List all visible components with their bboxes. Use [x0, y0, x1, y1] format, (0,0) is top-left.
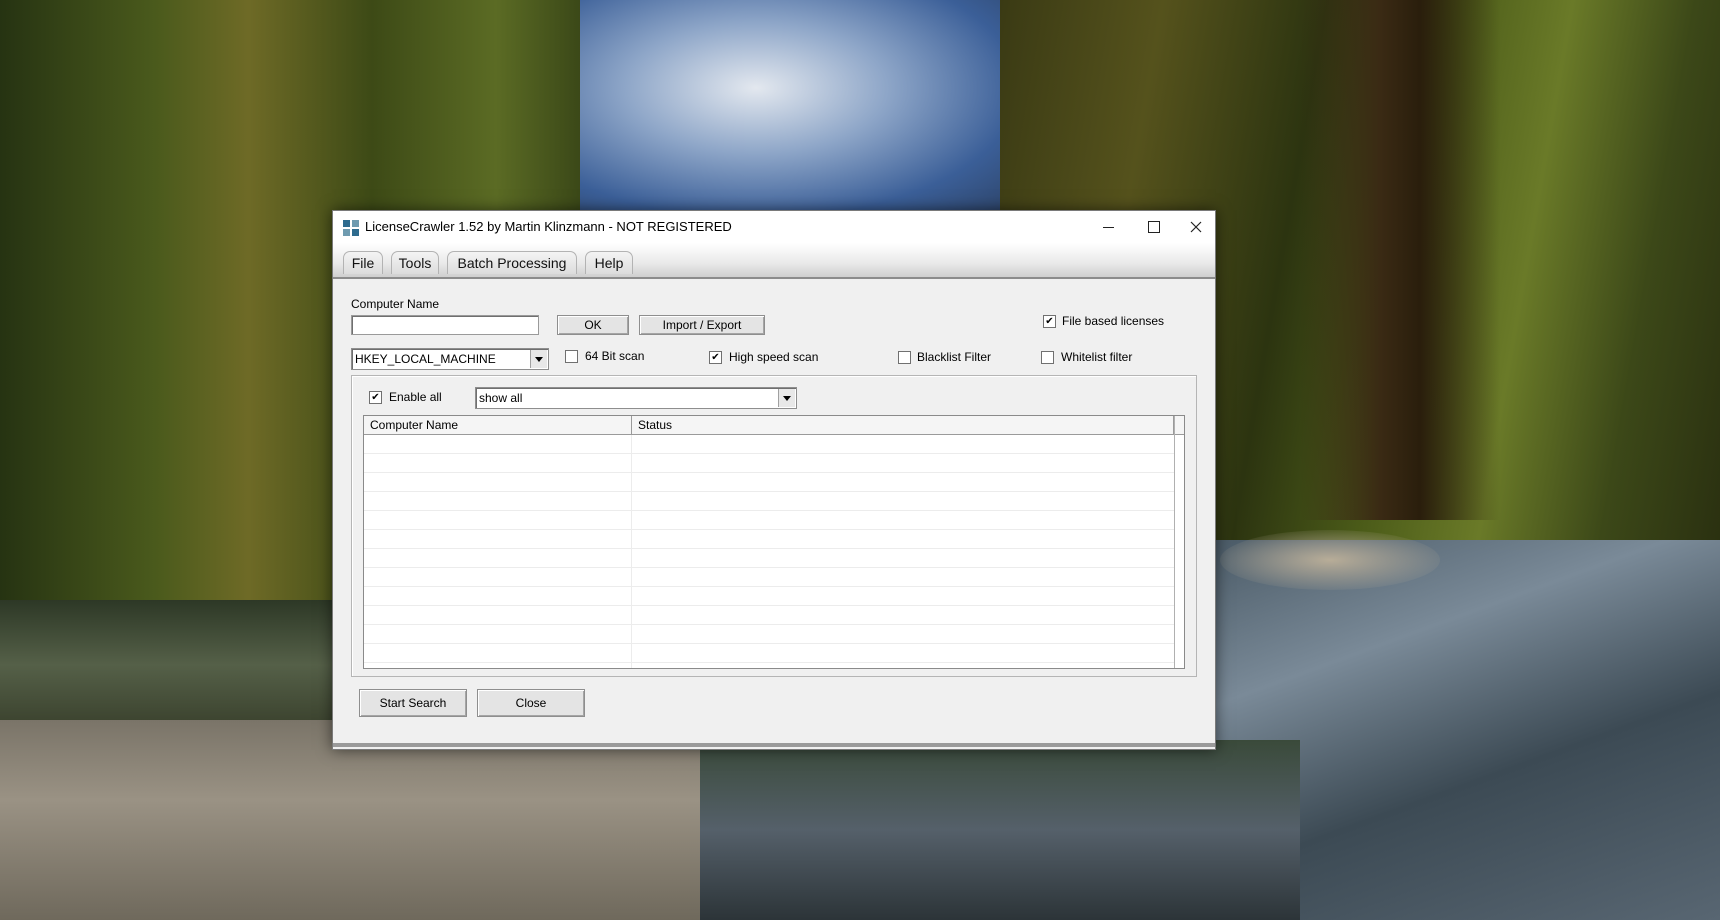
- display-filter-select[interactable]: show all: [475, 387, 797, 409]
- start-search-button[interactable]: Start Search: [359, 689, 467, 717]
- list-rows[interactable]: [364, 435, 1174, 668]
- 64-bit-scan-label: 64 Bit scan: [585, 349, 645, 363]
- minimize-icon: [1102, 226, 1114, 228]
- list-header: Computer Name Status: [364, 416, 1184, 435]
- registry-hive-value: HKEY_LOCAL_MACHINE: [355, 352, 496, 366]
- enable-all-label: Enable all: [389, 390, 442, 404]
- maximize-icon: [1148, 221, 1160, 233]
- wallpaper-sky: [580, 0, 1020, 220]
- registry-hive-select[interactable]: HKEY_LOCAL_MACHINE: [351, 348, 549, 370]
- wallpaper-gravel-bank: [0, 720, 820, 920]
- window-bottom-edge: [333, 743, 1215, 747]
- computer-name-label: Computer Name: [351, 297, 440, 311]
- column-header-computer-name[interactable]: Computer Name: [364, 416, 632, 434]
- close-button[interactable]: Close: [477, 689, 585, 717]
- blacklist-filter-label: Blacklist Filter: [917, 350, 992, 364]
- menu-help[interactable]: Help: [585, 251, 633, 274]
- close-window-button[interactable]: [1177, 211, 1215, 243]
- ok-button[interactable]: OK: [557, 315, 629, 335]
- file-based-licenses-checkbox[interactable]: ✔: [1043, 315, 1056, 328]
- menu-tools[interactable]: Tools: [391, 251, 439, 274]
- checkmark-icon: ✔: [1045, 316, 1054, 327]
- enable-all-checkbox[interactable]: ✔: [369, 391, 382, 404]
- menu-batch-processing[interactable]: Batch Processing: [447, 251, 577, 274]
- menu-bar: File Tools Batch Processing Help: [333, 243, 1215, 279]
- minimize-button[interactable]: [1085, 211, 1131, 243]
- wallpaper-river: [700, 740, 1300, 920]
- wallpaper-shore: [1220, 530, 1440, 590]
- checkmark-icon: ✔: [711, 352, 720, 363]
- high-speed-scan-checkbox[interactable]: ✔: [709, 351, 722, 364]
- list-scroll-edge: [1174, 416, 1175, 668]
- wallpaper-water-left: [0, 600, 340, 730]
- whitelist-filter-label: Whitelist filter: [1061, 350, 1133, 364]
- high-speed-scan-label: High speed scan: [729, 350, 819, 364]
- checkmark-icon: ✔: [371, 392, 380, 403]
- wallpaper-tree-trunks: [1300, 0, 1500, 520]
- maximize-button[interactable]: [1131, 211, 1177, 243]
- window-title: LicenseCrawler 1.52 by Martin Klinzmann …: [365, 219, 732, 234]
- close-icon: [1190, 221, 1202, 233]
- 64-bit-scan-checkbox[interactable]: [565, 350, 578, 363]
- chevron-down-icon[interactable]: [778, 389, 795, 407]
- title-bar[interactable]: LicenseCrawler 1.52 by Martin Klinzmann …: [333, 211, 1215, 243]
- computer-name-input[interactable]: [351, 315, 539, 335]
- file-based-licenses-label: File based licenses: [1062, 314, 1165, 328]
- import-export-button[interactable]: Import / Export: [639, 315, 765, 335]
- blacklist-filter-checkbox[interactable]: [898, 351, 911, 364]
- chevron-down-icon[interactable]: [530, 350, 547, 368]
- whitelist-filter-checkbox[interactable]: [1041, 351, 1054, 364]
- license-crawler-window: LicenseCrawler 1.52 by Martin Klinzmann …: [332, 210, 1216, 750]
- computer-list[interactable]: Computer Name Status: [363, 415, 1185, 669]
- column-divider: [631, 435, 632, 668]
- menu-file[interactable]: File: [343, 251, 383, 274]
- display-filter-value: show all: [479, 391, 523, 405]
- license-crawler-app-icon[interactable]: [343, 220, 359, 236]
- column-header-status[interactable]: Status: [632, 416, 1174, 434]
